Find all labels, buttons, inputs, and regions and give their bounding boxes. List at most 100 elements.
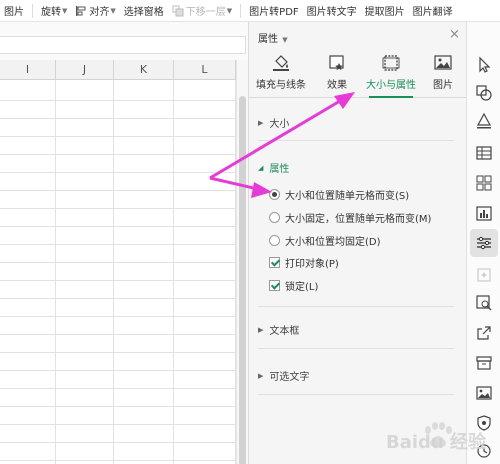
tab-fill-line[interactable]: 填充与线条 [249, 48, 313, 98]
section-properties[interactable]: ◢ 属性 [258, 160, 289, 176]
gridline [0, 100, 236, 101]
chevron-down-icon: ▼ [226, 6, 233, 15]
formula-input[interactable] [0, 36, 246, 54]
checkbox-locked[interactable]: 锁定(L) [269, 278, 318, 293]
radio-button[interactable] [269, 212, 280, 223]
section-alt-text[interactable]: ▶ 可选文字 [258, 368, 309, 384]
pointer-icon[interactable] [475, 56, 493, 74]
tab-size-properties[interactable]: 大小与属性 [361, 48, 421, 98]
gridline [0, 172, 236, 173]
radio-move-not-size[interactable]: 大小固定，位置随单元格而变(M) [269, 210, 431, 225]
section-divider [258, 140, 454, 141]
formula-bar [0, 22, 248, 60]
send-backward-button[interactable]: 下移一层 ▼ [168, 0, 236, 21]
gridline [0, 334, 236, 335]
radio-button[interactable] [269, 189, 280, 200]
section-size[interactable]: ▶ 大小 [258, 115, 289, 131]
shapes-icon[interactable] [475, 84, 493, 102]
spreadsheet-grid[interactable]: I J K L [0, 60, 236, 464]
picture-menu[interactable]: 图片 [0, 0, 28, 21]
checkbox-print-object[interactable]: 打印对象(P) [269, 255, 339, 270]
gridline [0, 352, 236, 353]
bar-chart-icon[interactable] [475, 204, 493, 222]
tab-effects[interactable]: 效果 [313, 48, 361, 98]
align-button[interactable]: 对齐 ▼ [71, 0, 119, 21]
toolbar: 图片 旋转 ▼ 对齐 ▼ 选择窗格 下移一层 ▼ 图片转PDF 图片转文字 提取图片 … [0, 0, 500, 22]
caret-down-icon: ◢ [258, 163, 264, 172]
table-icon[interactable] [475, 144, 493, 162]
active-tab-indicator [369, 96, 413, 98]
caret-right-icon: ▶ [258, 325, 264, 334]
toolbar-divider [32, 3, 33, 18]
gridline [0, 244, 236, 245]
tab-picture[interactable]: 图片 [421, 48, 465, 98]
gridline [0, 190, 236, 191]
gridline [0, 154, 236, 155]
section-divider [258, 394, 454, 395]
column-headers: I J K L [0, 60, 236, 80]
image-to-pdf-button[interactable]: 图片转PDF [245, 0, 302, 21]
column-header-k[interactable]: K [114, 60, 174, 80]
right-sidebar [466, 22, 500, 464]
size-properties-icon [382, 55, 400, 71]
chevron-down-icon: ▼ [282, 36, 288, 44]
gridline [0, 388, 236, 389]
gridline [0, 280, 236, 281]
radio-move-size-with-cells[interactable]: 大小和位置随单元格而变(S) [269, 187, 409, 202]
picture-icon [434, 55, 452, 70]
scrollbar-thumb[interactable] [239, 96, 246, 464]
gridline [0, 226, 236, 227]
image-icon[interactable] [475, 384, 493, 402]
section-divider [258, 348, 454, 349]
selection-pane-button[interactable]: 选择窗格 [120, 0, 168, 21]
column-header-i[interactable]: I [0, 60, 56, 80]
gridline [0, 442, 236, 443]
cell-grid[interactable] [0, 80, 236, 464]
caret-right-icon: ▶ [258, 118, 264, 127]
gridline [0, 118, 236, 119]
properties-panel: 属性 ▼ × 填充与线条 效果 大小与属性 图片 ▶ 大小 ◢ 属性 大小和位置随单… [248, 22, 467, 464]
gridline [0, 136, 236, 137]
chevron-down-icon: ▼ [62, 6, 68, 15]
extract-image-button[interactable]: 提取图片 [361, 0, 409, 21]
gridline [0, 262, 236, 263]
radio-dont-move-size[interactable]: 大小和位置均固定(D) [269, 233, 381, 248]
image-translate-button[interactable]: 图片翻译 [409, 0, 457, 21]
gridline [0, 298, 236, 299]
toolbar-divider [240, 3, 242, 18]
column-header-l[interactable]: L [174, 60, 236, 80]
gridline [0, 424, 236, 425]
sparkle-icon[interactable] [475, 266, 493, 284]
image-search-icon[interactable] [475, 294, 493, 312]
panel-tabs: 填充与线条 效果 大小与属性 图片 [249, 48, 467, 98]
grid-icon[interactable] [475, 174, 493, 192]
rotate-button[interactable]: 旋转 ▼ [37, 0, 71, 21]
adjust-icon[interactable] [475, 234, 493, 252]
section-textbox[interactable]: ▶ 文本框 [258, 322, 299, 338]
chevron-down-icon: ▼ [110, 6, 116, 15]
gridline [0, 316, 236, 317]
watermark-text: Baidu 经验 [386, 431, 487, 453]
gridline [0, 460, 236, 461]
image-to-text-button[interactable]: 图片转文字 [303, 0, 361, 21]
checkbox[interactable] [269, 257, 280, 268]
section-divider [258, 306, 454, 307]
panel-title[interactable]: 属性 ▼ [258, 30, 288, 45]
caret-right-icon: ▶ [258, 371, 264, 380]
paw-logo-icon: Baidu 经验 [386, 422, 487, 453]
fill-icon[interactable] [475, 112, 493, 130]
vertical-scrollbar[interactable] [236, 60, 248, 464]
radio-button[interactable] [269, 235, 280, 246]
close-icon[interactable]: × [449, 27, 460, 42]
effects-icon [329, 55, 344, 71]
checkbox[interactable] [269, 280, 280, 291]
send-backward-icon [172, 5, 184, 16]
fill-bucket-icon [273, 55, 289, 71]
panel-header: 属性 ▼ × [249, 22, 467, 48]
archive-icon[interactable] [475, 354, 493, 372]
share-icon[interactable] [475, 324, 493, 342]
gridline [0, 406, 236, 407]
column-header-j[interactable]: J [56, 60, 114, 80]
gridline [0, 208, 236, 209]
align-icon [76, 5, 86, 16]
